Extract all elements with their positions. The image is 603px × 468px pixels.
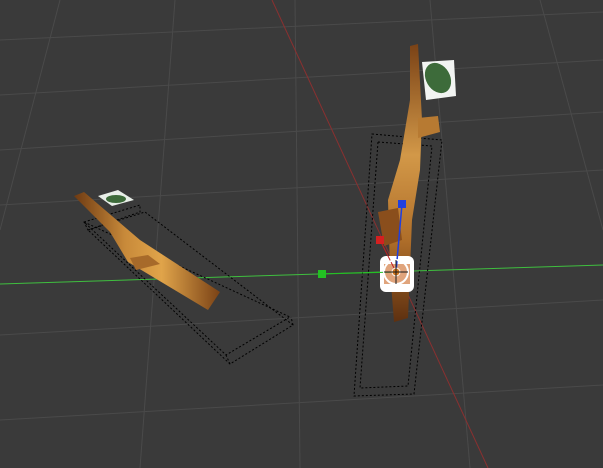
branch-left-mesh <box>74 192 220 310</box>
floor-grid <box>0 0 603 468</box>
gizmo-z-handle[interactable] <box>398 200 406 208</box>
gizmo-y-handle[interactable] <box>318 270 326 278</box>
gizmo-x-handle[interactable] <box>376 236 384 244</box>
x-axis-line <box>0 264 603 285</box>
leaf-icon <box>106 195 126 203</box>
branch-left[interactable] <box>74 190 294 365</box>
3d-viewport[interactable] <box>0 0 603 468</box>
branch-right[interactable] <box>353 44 456 397</box>
branch-right-stub <box>418 116 440 138</box>
viewport-canvas[interactable] <box>0 0 603 468</box>
